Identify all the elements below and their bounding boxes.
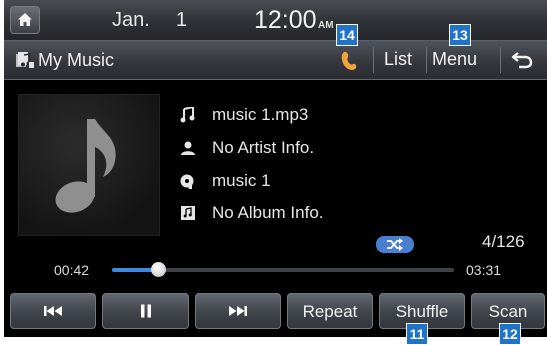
title-bar: My Music List Menu	[4, 41, 547, 80]
clock: 12:00	[254, 6, 317, 34]
next-icon	[229, 306, 247, 316]
previous-icon	[44, 306, 62, 316]
control-bar: Repeat Shuffle Scan	[4, 287, 547, 337]
home-icon	[18, 13, 32, 26]
callout-13: 13	[449, 24, 471, 46]
elapsed-time: 00:42	[54, 262, 90, 278]
clock-ampm: AM	[318, 20, 334, 31]
page-title: My Music	[38, 50, 114, 70]
music-folder-icon	[16, 52, 34, 68]
pause-button[interactable]	[102, 293, 189, 329]
shuffle-icon	[387, 238, 403, 251]
date-display: Jan. 1	[112, 9, 187, 32]
callout-12: 12	[499, 323, 521, 345]
track-album: No Album Info.	[212, 203, 324, 222]
title-bar-divider	[500, 47, 501, 73]
callout-14: 14	[336, 24, 358, 46]
repeat-button[interactable]: Repeat	[287, 293, 373, 329]
track-counter: 4/126	[482, 232, 525, 251]
progress-handle[interactable]	[151, 262, 167, 277]
list-button[interactable]: List	[384, 49, 412, 70]
phone-icon	[341, 51, 357, 70]
track-file-name: music 1.mp3	[212, 105, 309, 124]
shuffle-indicator	[376, 236, 414, 253]
date-month: Jan.	[112, 9, 150, 31]
callout-11: 11	[406, 323, 428, 345]
next-button[interactable]	[195, 293, 281, 329]
date-day: 1	[175, 9, 187, 31]
title-icon	[180, 174, 194, 189]
progress-bar[interactable]	[112, 262, 454, 277]
media-screen: Jan. 1 12:00 AM My Music List Menu music…	[4, 0, 547, 337]
total-duration: 03:31	[466, 262, 502, 278]
album-art	[18, 94, 160, 236]
pause-icon	[140, 304, 151, 318]
track-title: music 1	[212, 171, 271, 190]
menu-button[interactable]: Menu	[432, 49, 477, 70]
album-icon	[181, 206, 195, 220]
track-artist: No Artist Info.	[212, 138, 315, 157]
title-bar-divider	[373, 47, 374, 73]
home-button[interactable]	[10, 6, 40, 34]
title-bar-divider	[426, 47, 427, 73]
note-icon	[180, 107, 195, 123]
music-note-icon	[55, 119, 116, 213]
artist-icon	[181, 141, 195, 155]
back-icon[interactable]	[510, 51, 534, 69]
previous-button[interactable]	[10, 293, 96, 329]
